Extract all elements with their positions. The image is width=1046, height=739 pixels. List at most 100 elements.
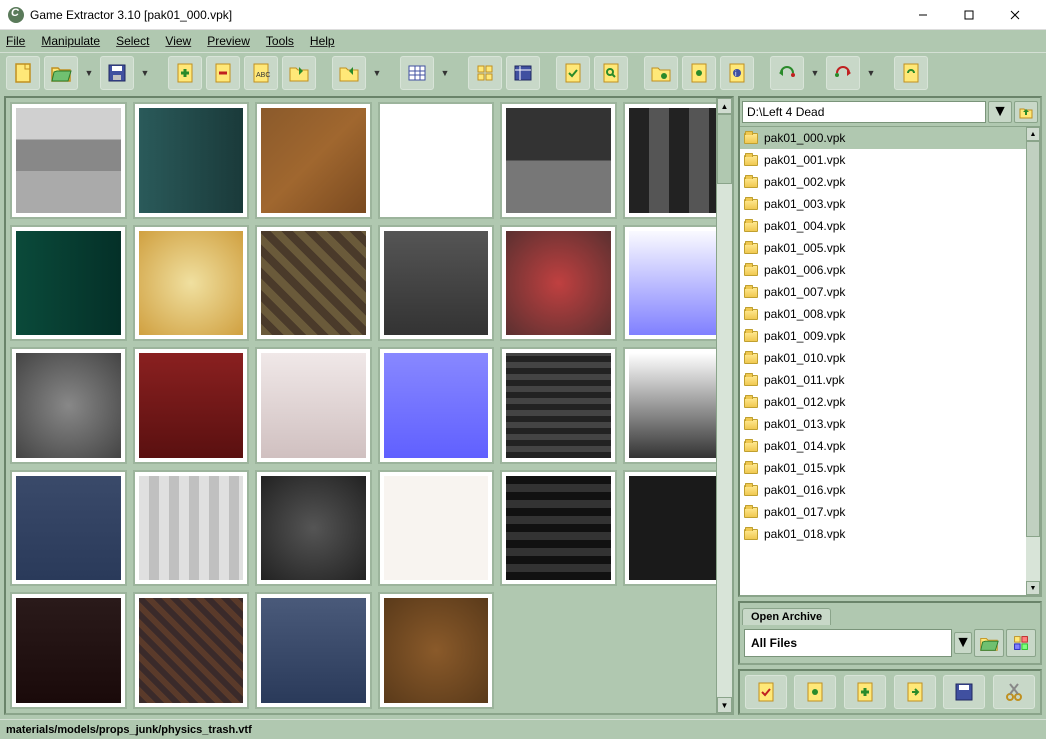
select-all-button[interactable] bbox=[556, 56, 590, 90]
menu-file[interactable]: File bbox=[6, 34, 25, 48]
thumbnail[interactable] bbox=[378, 102, 495, 219]
redo-button[interactable] bbox=[826, 56, 860, 90]
file-item[interactable]: pak01_003.vpk bbox=[740, 193, 1026, 215]
thumbnail[interactable] bbox=[378, 592, 495, 709]
doc-check-button[interactable] bbox=[745, 675, 787, 709]
menu-manipulate[interactable]: Manipulate bbox=[41, 34, 100, 48]
thumbnail[interactable] bbox=[133, 102, 250, 219]
rename-button[interactable]: ABC bbox=[244, 56, 278, 90]
thumbnail[interactable] bbox=[500, 347, 617, 464]
file-item[interactable]: pak01_014.vpk bbox=[740, 435, 1026, 457]
file-item[interactable]: pak01_013.vpk bbox=[740, 413, 1026, 435]
thumbnail[interactable] bbox=[255, 470, 372, 587]
grid-view-button[interactable] bbox=[468, 56, 502, 90]
gear-folder-button[interactable] bbox=[644, 56, 678, 90]
doc-gear-button[interactable] bbox=[794, 675, 836, 709]
menu-preview[interactable]: Preview bbox=[207, 34, 250, 48]
thumbnail[interactable] bbox=[133, 470, 250, 587]
undo-button[interactable] bbox=[770, 56, 804, 90]
gear-button[interactable] bbox=[682, 56, 716, 90]
open-button[interactable] bbox=[44, 56, 78, 90]
thumbnail[interactable] bbox=[255, 102, 372, 219]
thumbnail[interactable] bbox=[623, 347, 716, 464]
thumbnail[interactable] bbox=[500, 102, 617, 219]
thumbnail[interactable] bbox=[133, 225, 250, 342]
save-dropdown[interactable]: ▼ bbox=[138, 56, 152, 90]
file-item[interactable]: pak01_000.vpk bbox=[740, 127, 1026, 149]
file-item[interactable]: pak01_008.vpk bbox=[740, 303, 1026, 325]
save-button[interactable] bbox=[100, 56, 134, 90]
file-item[interactable]: pak01_015.vpk bbox=[740, 457, 1026, 479]
file-item[interactable]: pak01_009.vpk bbox=[740, 325, 1026, 347]
file-item[interactable]: pak01_010.vpk bbox=[740, 347, 1026, 369]
file-item[interactable]: pak01_012.vpk bbox=[740, 391, 1026, 413]
thumbnail[interactable] bbox=[623, 225, 716, 342]
table-dropdown[interactable]: ▼ bbox=[438, 56, 452, 90]
close-button[interactable] bbox=[992, 0, 1038, 30]
doc-arrow-button[interactable] bbox=[894, 675, 936, 709]
menu-tools[interactable]: Tools bbox=[266, 34, 294, 48]
thumbnail[interactable] bbox=[133, 592, 250, 709]
thumbnail[interactable] bbox=[500, 470, 617, 587]
path-dropdown[interactable]: ▼ bbox=[988, 101, 1012, 123]
file-item[interactable]: pak01_001.vpk bbox=[740, 149, 1026, 171]
refresh-button[interactable] bbox=[894, 56, 928, 90]
thumbnail[interactable] bbox=[10, 102, 127, 219]
file-item[interactable]: pak01_004.vpk bbox=[740, 215, 1026, 237]
thumbnail[interactable] bbox=[255, 225, 372, 342]
thumbnail[interactable] bbox=[623, 102, 716, 219]
minimize-button[interactable] bbox=[900, 0, 946, 30]
scroll-up-icon[interactable]: ▲ bbox=[717, 98, 732, 114]
maximize-button[interactable] bbox=[946, 0, 992, 30]
info-button[interactable]: i bbox=[720, 56, 754, 90]
thumbnail[interactable] bbox=[378, 347, 495, 464]
thumbnail[interactable] bbox=[623, 470, 716, 587]
doc-plus-button[interactable] bbox=[844, 675, 886, 709]
file-item[interactable]: pak01_016.vpk bbox=[740, 479, 1026, 501]
file-scrollbar[interactable]: ▲▼ bbox=[1026, 126, 1040, 595]
undo-dropdown[interactable]: ▼ bbox=[808, 56, 822, 90]
search-button[interactable] bbox=[594, 56, 628, 90]
new-button[interactable] bbox=[6, 56, 40, 90]
thumbnail[interactable] bbox=[133, 347, 250, 464]
file-item[interactable]: pak01_017.vpk bbox=[740, 501, 1026, 523]
export-button[interactable] bbox=[282, 56, 316, 90]
thumbnail[interactable] bbox=[500, 225, 617, 342]
thumbnail[interactable] bbox=[10, 592, 127, 709]
thumbnail[interactable] bbox=[378, 225, 495, 342]
file-item[interactable]: pak01_006.vpk bbox=[740, 259, 1026, 281]
tab-open-archive[interactable]: Open Archive bbox=[742, 608, 831, 625]
add-button[interactable] bbox=[168, 56, 202, 90]
menu-help[interactable]: Help bbox=[310, 34, 335, 48]
redo-dropdown[interactable]: ▼ bbox=[864, 56, 878, 90]
save-archive-button[interactable] bbox=[943, 675, 985, 709]
up-folder-button[interactable] bbox=[1014, 101, 1038, 123]
thumbnail[interactable] bbox=[10, 225, 127, 342]
thumbnail[interactable] bbox=[378, 470, 495, 587]
filter-dropdown[interactable]: ▼ bbox=[954, 632, 972, 654]
thumbnail[interactable] bbox=[255, 592, 372, 709]
table-view-button[interactable] bbox=[400, 56, 434, 90]
file-item[interactable]: pak01_018.vpk bbox=[740, 523, 1026, 545]
remove-button[interactable] bbox=[206, 56, 240, 90]
grid-scrollbar[interactable]: ▲ ▼ bbox=[716, 98, 732, 713]
thumbnail[interactable] bbox=[255, 347, 372, 464]
open-archive-button[interactable] bbox=[974, 629, 1004, 657]
menu-view[interactable]: View bbox=[165, 34, 191, 48]
grid-archive-button[interactable] bbox=[1006, 629, 1036, 657]
import-dropdown[interactable]: ▼ bbox=[370, 56, 384, 90]
path-input[interactable] bbox=[742, 101, 986, 123]
file-item[interactable]: pak01_007.vpk bbox=[740, 281, 1026, 303]
thumbnail[interactable] bbox=[10, 470, 127, 587]
import-button[interactable] bbox=[332, 56, 366, 90]
file-item[interactable]: pak01_011.vpk bbox=[740, 369, 1026, 391]
thumbnail[interactable] bbox=[10, 347, 127, 464]
menu-select[interactable]: Select bbox=[116, 34, 149, 48]
file-item[interactable]: pak01_005.vpk bbox=[740, 237, 1026, 259]
filter-input[interactable] bbox=[744, 629, 952, 657]
open-dropdown[interactable]: ▼ bbox=[82, 56, 96, 90]
file-item[interactable]: pak01_002.vpk bbox=[740, 171, 1026, 193]
cut-button[interactable] bbox=[993, 675, 1035, 709]
tree-view-button[interactable] bbox=[506, 56, 540, 90]
scroll-down-icon[interactable]: ▼ bbox=[717, 697, 732, 713]
